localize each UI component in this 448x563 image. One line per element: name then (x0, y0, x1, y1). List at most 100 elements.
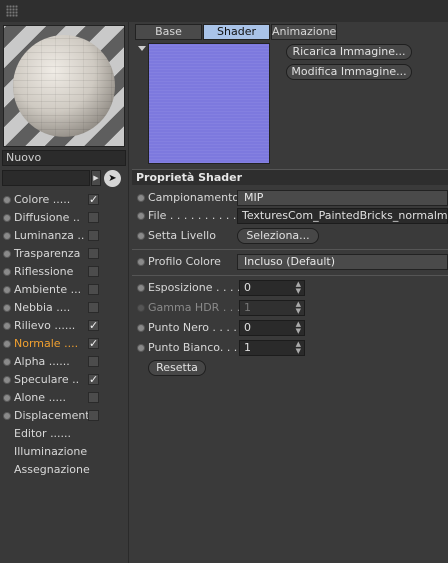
channel-item-rilievo[interactable]: Rilievo ...... ✓ (0, 317, 129, 335)
channel-list: Colore ..... ✓ Diffusione .. Luminanza .… (0, 191, 129, 479)
channel-label: Normale (14, 337, 61, 350)
channel-dot-icon (3, 250, 11, 258)
channel-search-row: ▶ ➤ (2, 170, 126, 188)
stepper-arrows-icon[interactable]: ▲ ▼ (296, 321, 301, 335)
channel-item-speculare[interactable]: Speculare .. ✓ (0, 371, 129, 389)
channel-item-editor[interactable]: Editor ...... (0, 425, 129, 443)
anim-dot-icon[interactable] (137, 324, 145, 332)
channel-label-dots: .... (64, 337, 79, 350)
reset-button[interactable]: Resetta (148, 360, 206, 376)
search-arrow-button[interactable]: ▶ (91, 170, 101, 186)
white-point-label: Punto Bianco. . . (148, 341, 238, 354)
stepper-arrows-icon[interactable]: ▲ ▼ (296, 281, 301, 295)
channel-checkbox[interactable]: ✓ (88, 320, 99, 331)
channel-item-luminanza[interactable]: Luminanza .. (0, 227, 129, 245)
exposure-stepper[interactable]: 0 ▲ ▼ (239, 280, 305, 296)
select-level-button[interactable]: Seleziona... (237, 228, 319, 244)
channel-label-dots: ...... (54, 319, 76, 332)
anim-dot-icon[interactable] (137, 232, 145, 240)
sampling-select[interactable]: MIP (237, 190, 448, 206)
channel-dot-icon (3, 214, 11, 222)
black-point-label: Punto Nero . . . . (148, 321, 237, 334)
hdr-gamma-stepper: 1 ▲ ▼ (239, 300, 305, 316)
channel-label: Alpha (14, 355, 46, 368)
channel-checkbox[interactable] (88, 266, 99, 277)
channel-label-dots: .. (77, 229, 85, 242)
channel-dot-icon (3, 412, 11, 420)
exposure-label: Esposizione . . . . (148, 281, 241, 294)
material-name-field[interactable]: Nuovo (2, 150, 126, 166)
file-label: File . . . . . . . . . . . (148, 209, 244, 222)
black-point-value: 0 (244, 321, 251, 334)
channel-checkbox[interactable] (88, 410, 99, 421)
sampling-row: Campionamento MIP (132, 189, 448, 207)
channel-label-dots: ..... (48, 391, 67, 404)
hdr-gamma-label: Gamma HDR . . . . (148, 301, 248, 314)
anim-dot-icon[interactable] (137, 344, 145, 352)
channel-label: Rilievo (14, 319, 51, 332)
channel-checkbox[interactable] (88, 248, 99, 259)
channel-item-ambiente[interactable]: Ambiente ... (0, 281, 129, 299)
channel-item-colore[interactable]: Colore ..... ✓ (0, 191, 129, 209)
channel-checkbox[interactable] (88, 284, 99, 295)
channel-item-nebbia[interactable]: Nebbia .... (0, 299, 129, 317)
channel-dot-icon (3, 232, 11, 240)
channel-item-normale[interactable]: Normale .... ✓ (0, 335, 129, 353)
channel-item-diffusione[interactable]: Diffusione .. (0, 209, 129, 227)
channel-label-dots: ... (70, 283, 82, 296)
material-preview[interactable] (3, 25, 125, 147)
channel-item-alpha[interactable]: Alpha ...... (0, 353, 129, 371)
tab-base[interactable]: Base (135, 24, 202, 40)
channel-dot-icon (3, 304, 11, 312)
anim-dot-icon[interactable] (137, 258, 145, 266)
tab-animazione[interactable]: Animazione (271, 24, 337, 40)
channel-dot-icon (3, 394, 11, 402)
channel-label: Displacement (14, 409, 90, 422)
channel-item-displacement[interactable]: Displacement (0, 407, 129, 425)
channel-label: Colore (14, 193, 50, 206)
color-profile-select[interactable]: Incluso (Default) (237, 254, 448, 270)
channel-dot-icon (3, 322, 11, 330)
channel-checkbox[interactable]: ✓ (88, 194, 99, 205)
black-point-stepper[interactable]: 0 ▲ ▼ (239, 320, 305, 336)
title-bar (0, 0, 448, 22)
hdr-gamma-value: 1 (244, 301, 251, 314)
reload-image-button[interactable]: Ricarica Immagine... (286, 44, 412, 60)
anim-dot-icon[interactable] (137, 194, 145, 202)
set-level-row: Setta Livello Seleziona... (132, 227, 448, 245)
channel-dot-icon (3, 286, 11, 294)
channel-checkbox[interactable] (88, 230, 99, 241)
channel-item-trasparenza[interactable]: Trasparenza (0, 245, 129, 263)
hdr-gamma-row: Gamma HDR . . . . 1 ▲ ▼ (132, 299, 448, 317)
channel-checkbox[interactable] (88, 356, 99, 367)
channel-item-alone[interactable]: Alone ..... (0, 389, 129, 407)
anim-dot-icon[interactable] (137, 284, 145, 292)
channel-label: Riflessione (14, 265, 74, 278)
pointer-pick-icon[interactable]: ➤ (104, 170, 121, 187)
channel-checkbox[interactable] (88, 212, 99, 223)
channel-label-dots: .. (72, 373, 80, 386)
white-point-row: Punto Bianco. . . 1 ▲ ▼ (132, 339, 448, 357)
stepper-arrows-icon[interactable]: ▲ ▼ (296, 341, 301, 355)
edit-image-button[interactable]: Modifica Immagine... (286, 64, 412, 80)
channel-label: Luminanza (14, 229, 74, 242)
channel-label-dots: .... (56, 301, 71, 314)
channel-checkbox[interactable] (88, 392, 99, 403)
divider (132, 275, 448, 276)
channel-item-illuminazione[interactable]: Illuminazione (0, 443, 129, 461)
expand-triangle-icon[interactable] (138, 46, 146, 51)
drag-grip-icon[interactable] (6, 5, 18, 17)
channel-search-input[interactable] (2, 170, 90, 186)
channel-checkbox[interactable]: ✓ (88, 338, 99, 349)
file-path-field[interactable]: TexturesCom_PaintedBricks_normalmap_ (237, 208, 448, 224)
anim-dot-icon[interactable] (137, 212, 145, 220)
channel-checkbox[interactable] (88, 302, 99, 313)
tab-shader[interactable]: Shader (203, 24, 270, 40)
channel-item-riflessione[interactable]: Riflessione (0, 263, 129, 281)
channel-checkbox[interactable]: ✓ (88, 374, 99, 385)
channel-dot-icon (3, 376, 11, 384)
texture-thumbnail (148, 43, 270, 164)
white-point-stepper[interactable]: 1 ▲ ▼ (239, 340, 305, 356)
channel-dot-icon (3, 268, 11, 276)
channel-item-assegnazione[interactable]: Assegnazione (0, 461, 129, 479)
